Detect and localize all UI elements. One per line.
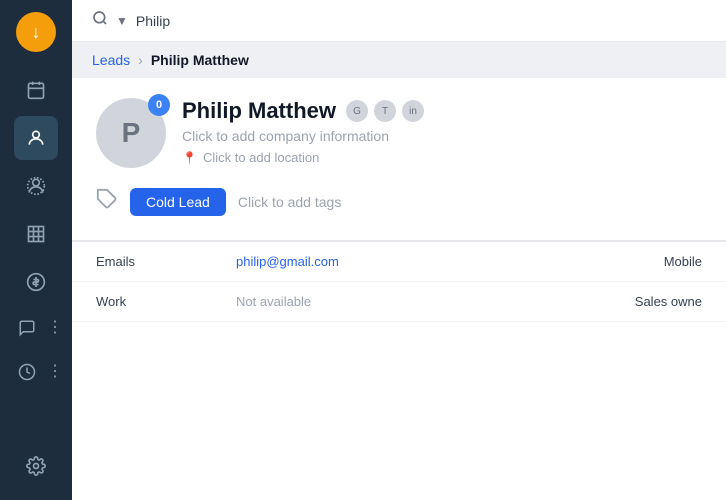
add-tags-placeholder[interactable]: Click to add tags (238, 194, 342, 210)
info-table: Emails philip@gmail.com Mobile Work Not … (72, 241, 726, 500)
info-row-work: Work Not available Sales owne (72, 282, 726, 322)
social-icon-google[interactable]: G (346, 100, 368, 122)
social-icon-twitter[interactable]: T (374, 100, 396, 122)
sidebar-item-calendar[interactable] (14, 68, 58, 112)
location-icon: 📍 (182, 151, 197, 165)
main-content: ▼ Philip Leads › Philip Matthew P 0 Phil… (72, 0, 726, 500)
sidebar-clock-group: ⋮ (9, 354, 63, 390)
search-icon (92, 10, 108, 31)
topbar: ▼ Philip (72, 0, 726, 42)
search-dropdown-arrow[interactable]: ▼ (116, 14, 128, 28)
breadcrumb-separator: › (138, 52, 143, 68)
avatar-container: P 0 (96, 98, 166, 168)
location-placeholder: Click to add location (203, 150, 319, 165)
sidebar-more-dots: ⋮ (47, 320, 63, 336)
sidebar-dots-group: ⋮ (9, 310, 63, 346)
sidebar-item-contacts[interactable] (14, 116, 58, 160)
profile-name-row: Philip Matthew G T in (182, 98, 702, 124)
profile-header: P 0 Philip Matthew G T in Click to add c… (96, 98, 702, 168)
location-row[interactable]: 📍 Click to add location (182, 150, 702, 165)
info-label-work: Work (96, 294, 236, 309)
sidebar-item-settings[interactable] (14, 444, 58, 488)
profile-area: P 0 Philip Matthew G T in Click to add c… (72, 78, 726, 241)
info-right-label-salesowner: Sales owne (602, 294, 702, 309)
profile-name: Philip Matthew (182, 98, 336, 124)
info-row-emails: Emails philip@gmail.com Mobile (72, 242, 726, 282)
sidebar: ↓ ⋮ ⋮ (0, 0, 72, 500)
profile-info: Philip Matthew G T in Click to add compa… (182, 98, 702, 165)
tags-area: Cold Lead Click to add tags (96, 184, 702, 220)
search-value: Philip (136, 13, 170, 29)
sidebar-bottom (14, 444, 58, 488)
breadcrumb-parent[interactable]: Leads (92, 52, 130, 68)
app-logo[interactable]: ↓ (16, 12, 56, 52)
social-icons: G T in (346, 100, 424, 122)
breadcrumb: Leads › Philip Matthew (72, 42, 726, 78)
breadcrumb-current: Philip Matthew (151, 52, 249, 68)
sidebar-item-clock[interactable] (9, 354, 45, 390)
sidebar-item-building[interactable] (14, 212, 58, 256)
info-value-email[interactable]: philip@gmail.com (236, 254, 602, 269)
social-icon-linkedin[interactable]: in (402, 100, 424, 122)
cold-lead-badge[interactable]: Cold Lead (130, 188, 226, 216)
sidebar-item-chat[interactable] (9, 310, 45, 346)
sidebar-item-person[interactable] (14, 164, 58, 208)
sidebar-more-dots-2: ⋮ (47, 364, 63, 380)
info-label-emails: Emails (96, 254, 236, 269)
info-right-label-mobile: Mobile (602, 254, 702, 269)
info-value-work: Not available (236, 294, 602, 309)
company-placeholder[interactable]: Click to add company information (182, 128, 702, 144)
tag-icon (96, 188, 118, 216)
sidebar-item-dollar[interactable] (14, 260, 58, 304)
avatar-badge: 0 (148, 94, 170, 116)
